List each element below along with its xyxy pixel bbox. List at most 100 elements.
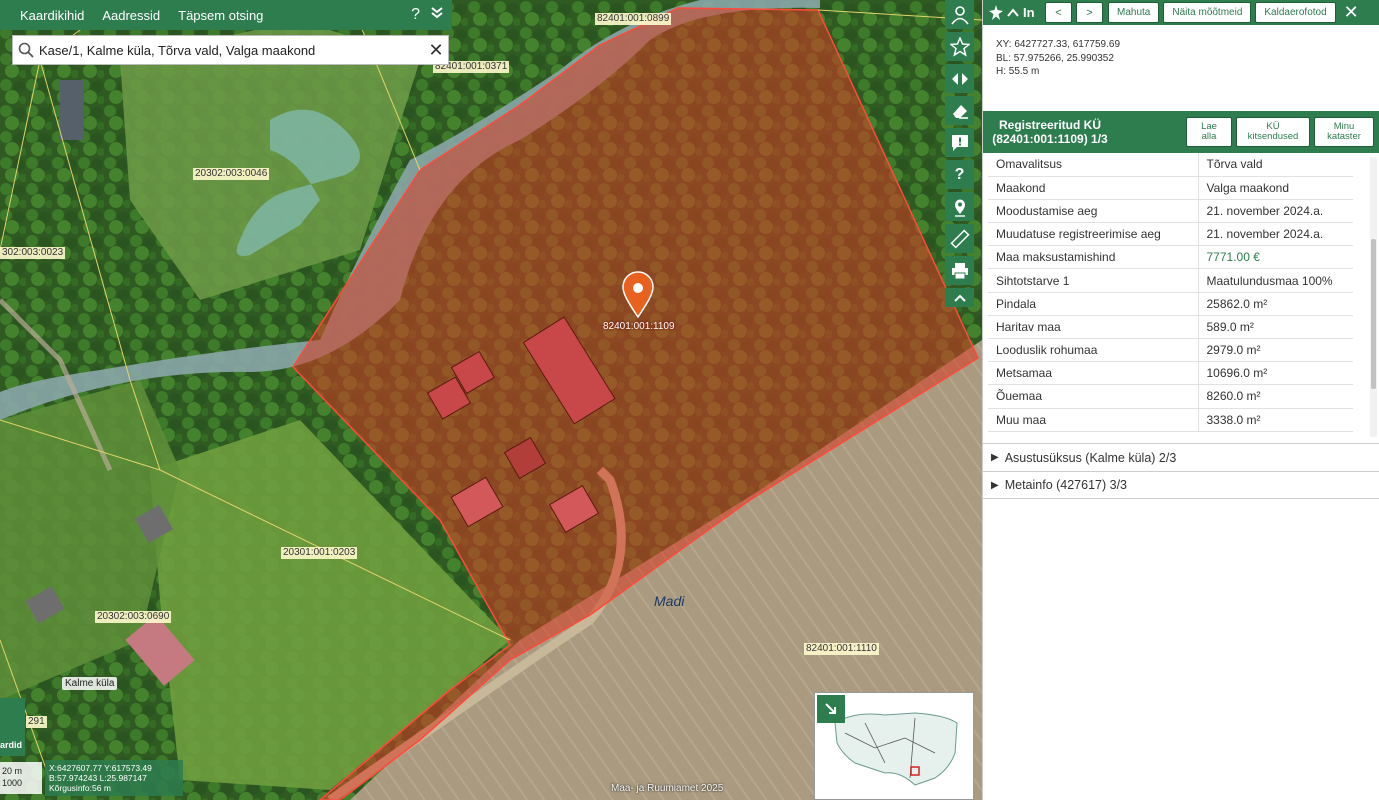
location-button[interactable] (945, 192, 974, 221)
star-icon (949, 36, 970, 57)
search-input[interactable] (39, 42, 424, 58)
property-key: Maakond (988, 176, 1199, 200)
property-row: Pindala 25862.0 m² (988, 292, 1353, 316)
parcel-label: 20302:003:0046 (193, 168, 270, 180)
next-button[interactable]: > (1076, 2, 1103, 23)
section-label: Asustusüksus (Kalme küla) 2/3 (1004, 450, 1177, 465)
section-label: Metainfo (427617) 3/3 (1004, 478, 1128, 492)
maa-ameti-app: 82401:001:0899 82401:001:0371 20302:003:… (0, 0, 1379, 800)
question-icon: ? (954, 165, 965, 183)
map-pin-cross-icon (989, 4, 1003, 20)
property-row: Maa maksustamishind 7771.00 € (988, 245, 1353, 270)
chevron-up-icon[interactable] (1007, 7, 1019, 18)
parcel-label: 20302:003:0690 (95, 611, 172, 623)
property-key: Muudatuse registreerimise aeg (988, 222, 1199, 247)
oblique-photos-button[interactable]: Kaldaerofotod (1255, 2, 1336, 23)
fit-button[interactable]: Mahuta (1108, 2, 1160, 23)
village-label: Kalme küla (62, 677, 118, 690)
search-icon (13, 42, 39, 58)
prev-button[interactable]: < (1045, 2, 1072, 23)
property-value: 25862.0 m² (1198, 292, 1353, 316)
property-row: Looduslik rohumaa 2979.0 m² (988, 338, 1353, 363)
nav-advanced-search[interactable]: Täpsem otsing (169, 8, 272, 23)
panel-header: In < > Mahuta Näita mõõtmeid Kaldaerofot… (983, 0, 1379, 25)
compare-button[interactable] (945, 64, 974, 93)
property-value: 21. november 2024.a. (1198, 199, 1353, 224)
nav-map-layers[interactable]: Kaardikihid (0, 8, 93, 23)
property-value: Tõrva vald (1198, 153, 1353, 177)
property-row: Omavalitsus Tõrva vald (988, 153, 1353, 177)
split-arrows-icon (951, 72, 968, 85)
title-line: Registreeritud KÜ (998, 118, 1102, 132)
property-key: Omavalitsus (988, 153, 1199, 177)
parcel-label: 302:003:0023 (0, 247, 66, 259)
feedback-icon (951, 134, 968, 151)
cursor-coordinates: X:6427607.77 Y:617573.49 B:57.974243 L:2… (45, 760, 183, 796)
property-row: Haritav maa 589.0 m² (988, 315, 1353, 340)
ruler-icon (949, 228, 970, 249)
map-view[interactable]: 82401:001:0899 82401:001:0371 20302:003:… (0, 0, 982, 800)
parcel-label: 82401:001:0899 (595, 13, 672, 25)
registered-parcel-header: Registreeritud KÜ (82401:001:1109) 1/3 L… (983, 111, 1379, 153)
print-button[interactable] (945, 256, 974, 285)
property-row: Muudatuse registreerimise aeg 21. novembe… (988, 222, 1353, 247)
aerial-imagery[interactable] (0, 0, 982, 800)
property-value: 21. november 2024.a. (1198, 222, 1353, 247)
settlement-section[interactable]: ▶ Asustusüksus (Kalme küla) 2/3 (983, 443, 1379, 471)
download-button[interactable]: Lae alla (1186, 117, 1232, 147)
chevron-up-icon (953, 294, 966, 302)
coords-xy: X:6427607.77 Y:617573.49 (49, 763, 152, 773)
arrow-down-right-icon (825, 703, 836, 714)
place-name-label: Madi (654, 593, 685, 609)
scale-distance: 20 m (2, 766, 23, 776)
show-dimensions-button[interactable]: Näita mõõtmeid (1163, 2, 1252, 23)
property-row: Metsamaa 10696.0 m² (988, 361, 1353, 386)
base-maps-button[interactable]: ardid (0, 698, 25, 756)
user-button[interactable] (945, 0, 974, 29)
properties-scrollbar[interactable] (1370, 157, 1377, 437)
expand-triangle-icon: ▶ (991, 452, 999, 463)
nav-addresses[interactable]: Aadressid (93, 8, 169, 23)
eraser-button[interactable] (945, 96, 974, 125)
title-line: (82401:001:1109) 1/3 (992, 132, 1108, 146)
property-value: 589.0 m² (1198, 315, 1353, 340)
property-row: Sihtotstarve 1 Maatulundusmaa 100% (988, 268, 1353, 293)
eraser-icon (952, 104, 968, 119)
metainfo-section[interactable]: ▶ Metainfo (427617) 3/3 (983, 471, 1379, 499)
property-value: 2979.0 m² (1198, 338, 1353, 363)
parcel-label: 20301:001:0203 (281, 547, 358, 559)
my-cadastre-button[interactable]: Minu kataster (1314, 117, 1374, 147)
property-row: Moodustamise aeg 21. november 2024.a. (988, 199, 1353, 224)
toggle-overview-button[interactable] (817, 695, 845, 723)
expand-triangle-icon: ▶ (991, 479, 999, 491)
property-value: 8260.0 m² (1198, 384, 1353, 409)
parcel-properties[interactable]: Omavalitsus Tõrva vald Maakond Valga maakon… (983, 153, 1379, 443)
property-row: Muu maa 3338.0 m² (988, 408, 1353, 432)
favorites-button[interactable] (945, 32, 974, 61)
property-key: Sihtotstarve 1 (988, 268, 1199, 293)
clear-search-icon[interactable]: ✕ (424, 40, 448, 61)
help-button[interactable]: ? (945, 160, 974, 189)
btn-line: alla (1201, 131, 1217, 142)
property-value: 7771.00 € (1198, 245, 1353, 270)
address-search[interactable]: ✕ (12, 35, 449, 65)
feedback-button[interactable] (945, 128, 974, 157)
coords-bl: BL: 57.975266, 25.990352 (996, 52, 1114, 64)
map-toolbar: ? (945, 0, 974, 307)
coords-height: H: 55.5 m (996, 66, 1040, 77)
collapse-icon[interactable] (430, 6, 444, 25)
scrollbar-thumb[interactable] (1371, 239, 1376, 389)
property-key: Looduslik rohumaa (988, 338, 1199, 363)
panel-title: In (1023, 5, 1035, 20)
property-key: Muu maa (988, 408, 1199, 432)
overview-map[interactable] (814, 692, 974, 800)
btn-line: kitsendused (1247, 131, 1299, 142)
property-value: 10696.0 m² (1198, 361, 1353, 386)
collapse-toolbar-button[interactable] (945, 288, 974, 307)
close-icon[interactable]: ✕ (1344, 2, 1359, 23)
base-maps-label: ardid (0, 740, 23, 750)
restrictions-button[interactable]: KÜ kitsendused (1236, 117, 1310, 147)
help-icon[interactable]: ? (411, 6, 420, 24)
property-key: Haritav maa (988, 315, 1199, 340)
measure-button[interactable] (945, 224, 974, 253)
